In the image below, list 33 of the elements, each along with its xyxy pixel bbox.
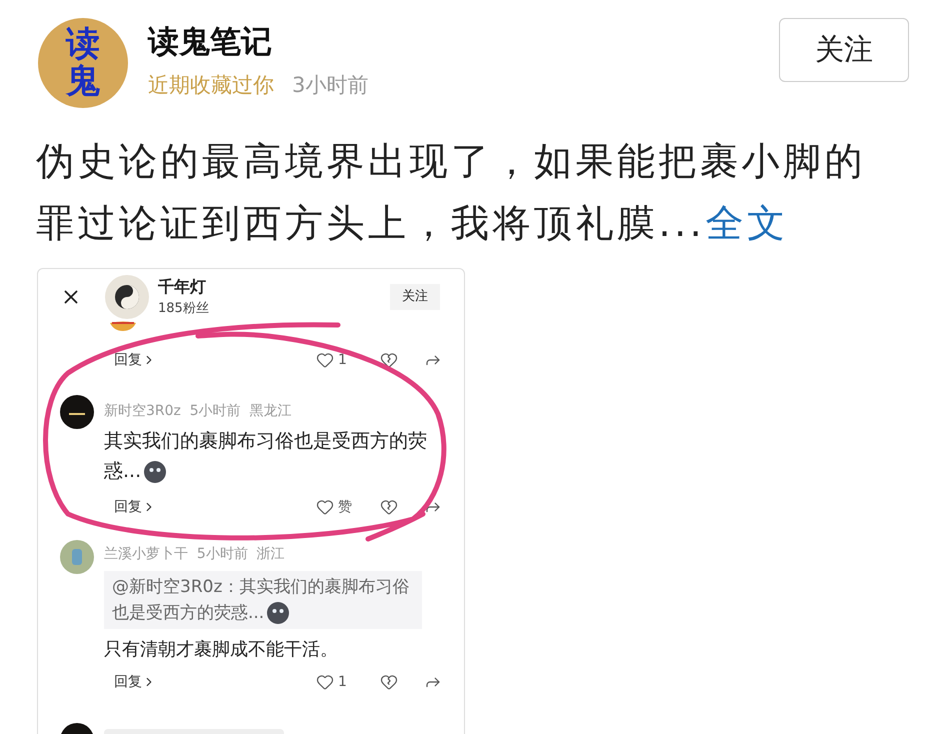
- profile-avatar[interactable]: [105, 275, 149, 319]
- sticker-icon: [110, 321, 136, 331]
- dislike-icon[interactable]: [380, 351, 398, 369]
- comment-meta: 新时空3R0z 5小时前 黑龙江: [104, 402, 293, 421]
- comment-meta: 兰溪小萝卜干 5小时前 浙江: [104, 545, 286, 564]
- comment-text: 其实我们的裹脚布习俗也是受西方的荧惑...: [104, 429, 428, 486]
- profile-name: 千年灯: [158, 276, 207, 298]
- like-button[interactable]: 1: [316, 350, 360, 370]
- heart-icon: [316, 351, 334, 369]
- quoted-comment: @新时空3R0z：其实我们的裹脚布习俗也是受西方的荧惑...: [104, 571, 422, 629]
- expand-link[interactable]: 全文: [705, 201, 788, 245]
- reply-link[interactable]: 回复: [114, 350, 156, 370]
- post-text: 伪史论的最高境界出现了，如果能把裹小脚的罪过论证到西方头上，我将顶礼膜...全文: [36, 138, 867, 247]
- recent-favorite-label: 近期收藏过你: [148, 72, 274, 99]
- reply-link[interactable]: 回复: [114, 672, 156, 692]
- dislike-icon[interactable]: [380, 498, 398, 516]
- dislike-icon[interactable]: [380, 673, 398, 691]
- post-time: 3小时前: [292, 72, 368, 99]
- author-avatar[interactable]: 读鬼: [38, 18, 128, 108]
- emoji-icon: [143, 460, 168, 484]
- follow-button[interactable]: 关注: [779, 18, 909, 82]
- like-button[interactable]: 赞: [316, 496, 360, 518]
- avatar-logo-text: 读鬼: [66, 26, 100, 100]
- user-avatar[interactable]: [60, 395, 94, 429]
- like-button[interactable]: 1: [316, 672, 360, 692]
- author-name[interactable]: 读鬼笔记: [148, 22, 368, 62]
- comment-text: 只有清朝才裹脚成不能干活。: [104, 638, 339, 662]
- emoji-icon: [266, 601, 290, 626]
- follow-button[interactable]: 关注: [390, 284, 440, 310]
- follower-count: 185粉丝: [158, 300, 209, 318]
- reply-link[interactable]: 回复: [114, 496, 156, 518]
- heart-icon: [316, 498, 334, 516]
- heart-icon: [316, 673, 334, 691]
